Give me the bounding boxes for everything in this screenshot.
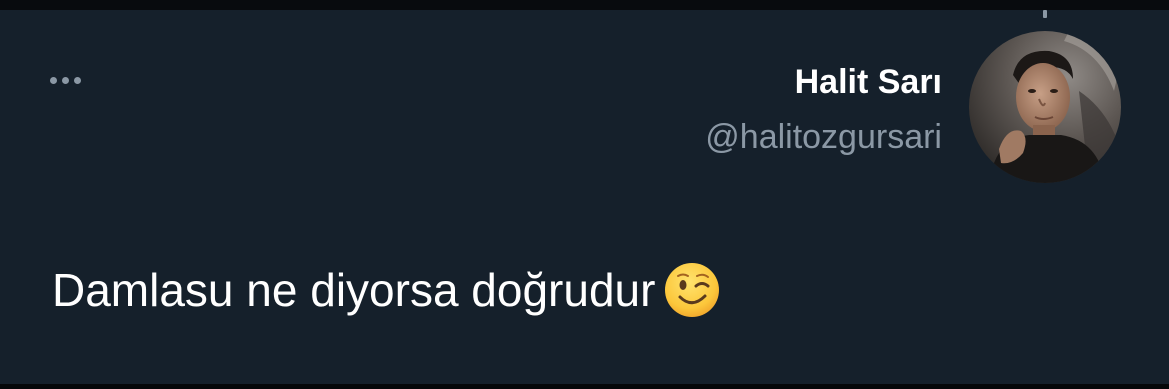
author-display-name[interactable]: Halit Sarı (795, 60, 942, 104)
scroll-indicator (1043, 10, 1047, 18)
top-edge-bar (0, 0, 1169, 10)
bottom-edge-bar (0, 384, 1169, 389)
winking-face-icon (663, 261, 721, 319)
tweet-text-content: Damlasu ne diyorsa doğrudur (52, 264, 656, 316)
more-horizontal-icon (50, 76, 57, 84)
avatar-photo (969, 31, 1121, 183)
author-handle[interactable]: @halitozgursari (705, 115, 942, 159)
more-horizontal-icon (74, 76, 81, 84)
more-options-button[interactable] (50, 68, 100, 92)
avatar[interactable] (969, 31, 1121, 183)
more-horizontal-icon (62, 76, 69, 84)
tweet-text: Damlasu ne diyorsa doğrudur (52, 262, 721, 323)
